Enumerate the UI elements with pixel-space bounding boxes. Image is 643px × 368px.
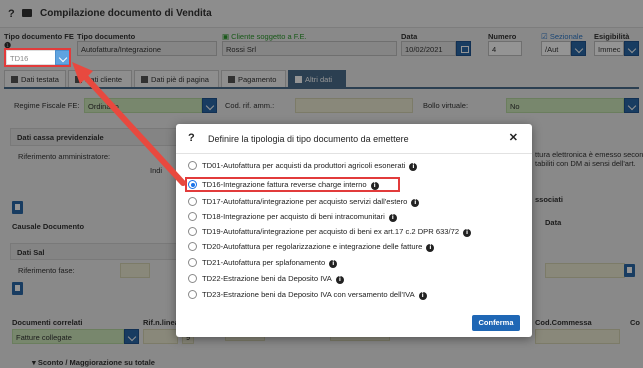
info-icon[interactable]: i [411,199,420,207]
info-icon[interactable]: i [463,229,472,237]
option-label: TD23-Estrazione beni da Deposito IVA con… [202,290,427,300]
option-td23[interactable]: TD23-Estrazione beni da Deposito IVA con… [185,288,525,301]
tipo-documento-modal: ? Definire la tipologia di tipo document… [176,124,532,337]
radio-td01[interactable] [188,161,197,170]
option-td18[interactable]: TD18-Integrazione per acquisto di beni i… [185,210,525,223]
option-td22[interactable]: TD22-Estrazione beni da Deposito IVA i [185,272,525,285]
radio-td17[interactable] [188,197,197,206]
info-icon[interactable]: i [388,214,397,222]
option-label: TD17-Autofattura/integrazione per acquis… [202,197,420,207]
info-icon[interactable]: i [329,260,338,268]
info-icon[interactable]: i [335,276,344,284]
option-label: TD20-Autofattura per regolarizzazione e … [202,242,435,252]
option-label: TD18-Integrazione per acquisto di beni i… [202,212,397,222]
radio-td20[interactable] [188,242,197,251]
question-icon: ? [188,132,195,144]
tipo-doc-fe-red-border [4,48,71,67]
radio-td22[interactable] [188,274,197,283]
option-td19[interactable]: TD19-Autofattura/integrazione per acquis… [185,225,525,238]
radio-td23[interactable] [188,290,197,299]
info-icon[interactable]: i [409,163,418,171]
option-td20[interactable]: TD20-Autofattura per regolarizzazione e … [185,240,525,253]
close-icon[interactable]: ✕ [509,131,518,144]
modal-header: ? Definire la tipologia di tipo document… [176,124,532,154]
option-td21[interactable]: TD21-Autofattura per splafonamento i [185,256,525,269]
tipo-doc-fe-spotlight: TD16 [4,48,71,67]
option-label: TD21-Autofattura per splafonamento i [202,258,338,268]
info-icon[interactable]: i [418,292,427,300]
td16-highlight-box [185,177,400,192]
radio-td21[interactable] [188,258,197,267]
option-label: TD22-Estrazione beni da Deposito IVA i [202,274,344,284]
radio-td19[interactable] [188,227,197,236]
info-icon[interactable]: i [426,244,435,252]
modal-title: Definire la tipologia di tipo documento … [208,134,409,144]
confirm-button[interactable]: Conferma [472,315,520,331]
option-td01[interactable]: TD01-Autofattura per acquisti da produtt… [185,159,525,172]
radio-td18[interactable] [188,212,197,221]
option-label: TD19-Autofattura/integrazione per acquis… [202,227,472,237]
option-td17[interactable]: TD17-Autofattura/integrazione per acquis… [185,195,525,208]
option-label: TD01-Autofattura per acquisti da produtt… [202,161,418,171]
